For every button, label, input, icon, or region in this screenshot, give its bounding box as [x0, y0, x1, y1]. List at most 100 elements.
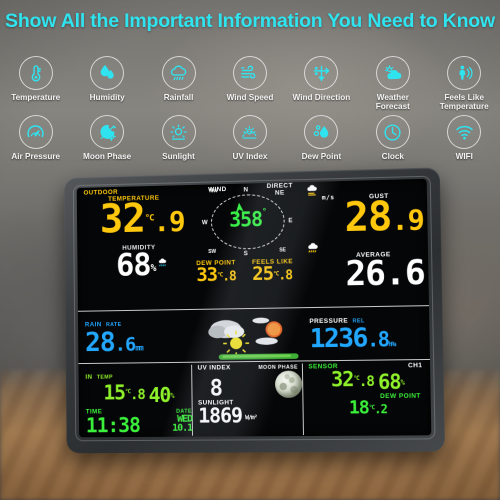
- pressure-decimal: .8: [366, 327, 389, 352]
- feature-wind-speed: Wind Speed: [214, 56, 285, 112]
- feature-dew-point: Dew Point: [286, 115, 357, 161]
- wind-compass: N E S W NW SE SW 358°: [202, 186, 293, 257]
- date-value: 10.1: [172, 422, 193, 435]
- time-date-row: 11:38 WED 10.1: [86, 413, 193, 437]
- sensor-dewpoint-integer: 18: [348, 396, 369, 419]
- feature-label: Humidity: [89, 93, 125, 102]
- feature-weather-forecast: Weather Forecast: [357, 56, 428, 112]
- indoor-humidity-unit: %: [170, 391, 174, 400]
- rain-decimal: .6: [114, 333, 136, 357]
- display-row-rain-pressure: RAIN RATE 28.6mm PRESSURE REL 1236.8hPa: [77, 305, 430, 364]
- pressure-unit: hPa: [388, 341, 396, 349]
- sensor-temp-decimal: .8: [358, 373, 375, 390]
- indoor-temp-decimal: .8: [130, 386, 145, 404]
- feature-label: Wind Direction: [292, 93, 351, 102]
- dewpoint-value: 33°C.8: [196, 263, 252, 285]
- compass-e: E: [288, 217, 293, 225]
- pressure-value: 1236.8hPa: [309, 323, 428, 358]
- wifi-icon: [447, 115, 482, 149]
- sunlight-unit: W/m²: [245, 413, 257, 422]
- feature-wind-direction: Wind Direction: [286, 56, 357, 112]
- channel-value: 1: [418, 361, 423, 370]
- feature-label: Wind Speed: [226, 93, 274, 102]
- temp-integer: 32: [99, 196, 146, 243]
- gust-unit: m/s: [321, 193, 335, 203]
- feature-rainfall: Rainfall: [143, 56, 214, 112]
- weather-forecast-animation: [205, 308, 308, 362]
- feature-feels-like: Feels Like Temperature: [429, 56, 500, 112]
- uv-sun-icon: [232, 115, 267, 149]
- channel-label: CH: [407, 361, 419, 370]
- weather-vane-icon: [304, 56, 339, 90]
- feels-like-decimal: .8: [278, 267, 293, 284]
- page-title: Show All the Important Information You N…: [5, 10, 495, 32]
- wind-direct-block: DIRECT NE: [267, 182, 293, 197]
- compass-n: N: [243, 186, 248, 194]
- sun-icon: [161, 115, 196, 149]
- sensor-dewpoint-decimal: .2: [374, 401, 388, 417]
- rain-integer: 28: [84, 327, 115, 359]
- outdoor-temperature-value: 32°C.9: [84, 197, 201, 243]
- feature-label: Weather Forecast: [375, 93, 410, 112]
- feels-like-integer: 25: [252, 262, 274, 285]
- wind-direction-value: 358°: [229, 207, 266, 232]
- rain-cloud-icon: [161, 56, 196, 90]
- sunlight-value: 1869: [197, 403, 243, 428]
- outdoor-humidity-row: 68 %: [84, 247, 201, 284]
- outdoor-humidity-value: 68: [115, 247, 151, 284]
- sensor-temperature-value: 32°C.8: [330, 366, 375, 392]
- moon-orbit-icon: [90, 115, 125, 149]
- moon-phase-graphic: [274, 370, 303, 398]
- wind-direction-unit: °: [261, 206, 266, 216]
- indoor-temperature-value: 15°C.8: [103, 380, 145, 404]
- section-dewpoint: DEW POINT 33°C.8: [196, 259, 252, 286]
- gust-value: 28.9: [306, 194, 424, 241]
- person-waves-icon: [447, 56, 482, 90]
- feature-label: Clock: [381, 152, 404, 161]
- indoor-humidity-value: 40: [148, 382, 171, 407]
- rain-cloud-small-icon: [306, 242, 322, 260]
- compass-sw: SW: [208, 248, 217, 255]
- feature-icon-row-2: Air Pressure Moon Phase Sunlight UV Inde…: [0, 115, 500, 161]
- dewpoint-decimal: .8: [222, 268, 236, 285]
- section-rain: RAIN RATE 28.6mm: [85, 312, 203, 361]
- feature-label: Feels Like Temperature: [439, 93, 489, 112]
- uv-moon-row: 8: [198, 370, 303, 402]
- section-wind: WIND DIRECT NE N E S W NW SE SW 358°: [195, 182, 305, 261]
- compass-w: W: [201, 219, 208, 227]
- feature-label: WIFI: [455, 152, 473, 161]
- temp-decimal: .9: [153, 205, 185, 239]
- pressure-integer: 1236: [309, 323, 368, 355]
- date-block: WED 10.1: [172, 413, 193, 435]
- wind-direct-value: NE: [274, 189, 285, 197]
- compass-nw: NW: [209, 187, 218, 195]
- comfort-cloud-icon: [155, 255, 169, 279]
- clock-icon: [375, 115, 410, 149]
- section-feels-like: FEELS LIKE 25°C.8: [252, 258, 309, 285]
- feature-label: Rainfall: [163, 93, 194, 102]
- uv-index-value: 8: [209, 376, 223, 402]
- feature-moon-phase: Moon Phase: [71, 115, 142, 161]
- feature-label: Air Pressure: [11, 152, 61, 161]
- indoor-label: IN: [85, 373, 93, 381]
- display-row-outdoor: OUTDOOR TEMPERATURE 32°C.9 HUMIDITY 68 %: [77, 179, 429, 310]
- section-outdoor: OUTDOOR TEMPERATURE 32°C.9 HUMIDITY 68 %: [84, 187, 202, 284]
- feature-wifi: WIFI: [429, 115, 500, 161]
- display-row-indoor-uv-sensor: IN TEMP 15°C.8 40 % TIME DATE 11:38 WED …: [78, 359, 432, 438]
- wind-direction-number: 358: [228, 207, 263, 232]
- wind-icon: [232, 56, 267, 90]
- feels-like-value: 25°C.8: [252, 262, 309, 285]
- wind-average-value: 26.6: [345, 253, 426, 295]
- sensor-channel: CH1: [408, 362, 427, 369]
- rain-value: 28.6mm: [84, 327, 203, 361]
- section-sensor: SENSOR CH1 32°C.8 68 % DEW POINT 18°C.2: [308, 362, 427, 435]
- feature-air-pressure: Air Pressure: [0, 115, 71, 161]
- uv-index-label: UV INDEX: [197, 364, 231, 372]
- feature-clock: Clock: [357, 115, 428, 161]
- sensor-humidity-unit: %: [400, 378, 404, 387]
- thermometer-icon: [18, 56, 53, 90]
- sensor-temp-integer: 32: [330, 366, 354, 392]
- sensor-dewpoint-value: 18°C.2: [309, 396, 428, 419]
- wind-cloud-icon: [305, 184, 321, 202]
- feature-sunlight: Sunlight: [143, 115, 214, 161]
